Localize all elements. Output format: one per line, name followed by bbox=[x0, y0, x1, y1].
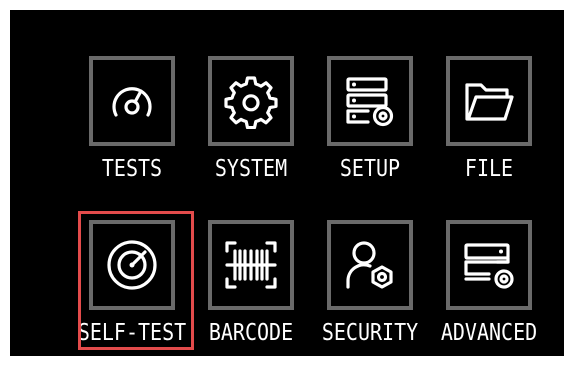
menu-screen: TESTS SYSTEM SETUP FILE SELF-TEST BARCOD… bbox=[10, 10, 564, 356]
advanced-settings-icon bbox=[464, 243, 514, 289]
barcode-icon bbox=[225, 241, 277, 289]
menu-tile-security[interactable]: SECURITY bbox=[320, 220, 430, 350]
menu-tile-box[interactable] bbox=[208, 220, 294, 310]
menu-tile-system[interactable]: SYSTEM bbox=[201, 56, 311, 186]
menu-tile-label: FILE bbox=[464, 154, 514, 182]
menu-tile-setup[interactable]: SETUP bbox=[320, 56, 430, 186]
menu-tile-label: SECURITY bbox=[321, 318, 419, 346]
server-settings-icon bbox=[346, 77, 394, 127]
gear-icon bbox=[224, 76, 278, 129]
gauge-icon bbox=[112, 87, 152, 117]
menu-tile-box[interactable] bbox=[446, 220, 532, 310]
menu-tile-label: BARCODE bbox=[208, 318, 294, 346]
menu-tile-label: ADVANCED bbox=[440, 318, 538, 346]
menu-tile-tests[interactable]: TESTS bbox=[82, 56, 192, 186]
menu-tile-advanced[interactable]: ADVANCED bbox=[439, 220, 549, 350]
menu-tile-box[interactable] bbox=[89, 56, 175, 146]
menu-tile-box[interactable] bbox=[327, 220, 413, 310]
menu-tile-barcode[interactable]: BARCODE bbox=[201, 220, 311, 350]
menu-tile-label: TESTS bbox=[101, 154, 163, 182]
menu-tile-box[interactable] bbox=[327, 56, 413, 146]
folder-icon bbox=[465, 83, 514, 121]
menu-tile-file[interactable]: FILE bbox=[439, 56, 549, 186]
menu-tile-box[interactable] bbox=[446, 56, 532, 146]
menu-tile-box[interactable] bbox=[208, 56, 294, 146]
selection-highlight bbox=[78, 211, 194, 350]
user-security-icon bbox=[346, 241, 393, 289]
menu-tile-label: SETUP bbox=[339, 154, 401, 182]
menu-tile-label: SYSTEM bbox=[214, 154, 288, 182]
